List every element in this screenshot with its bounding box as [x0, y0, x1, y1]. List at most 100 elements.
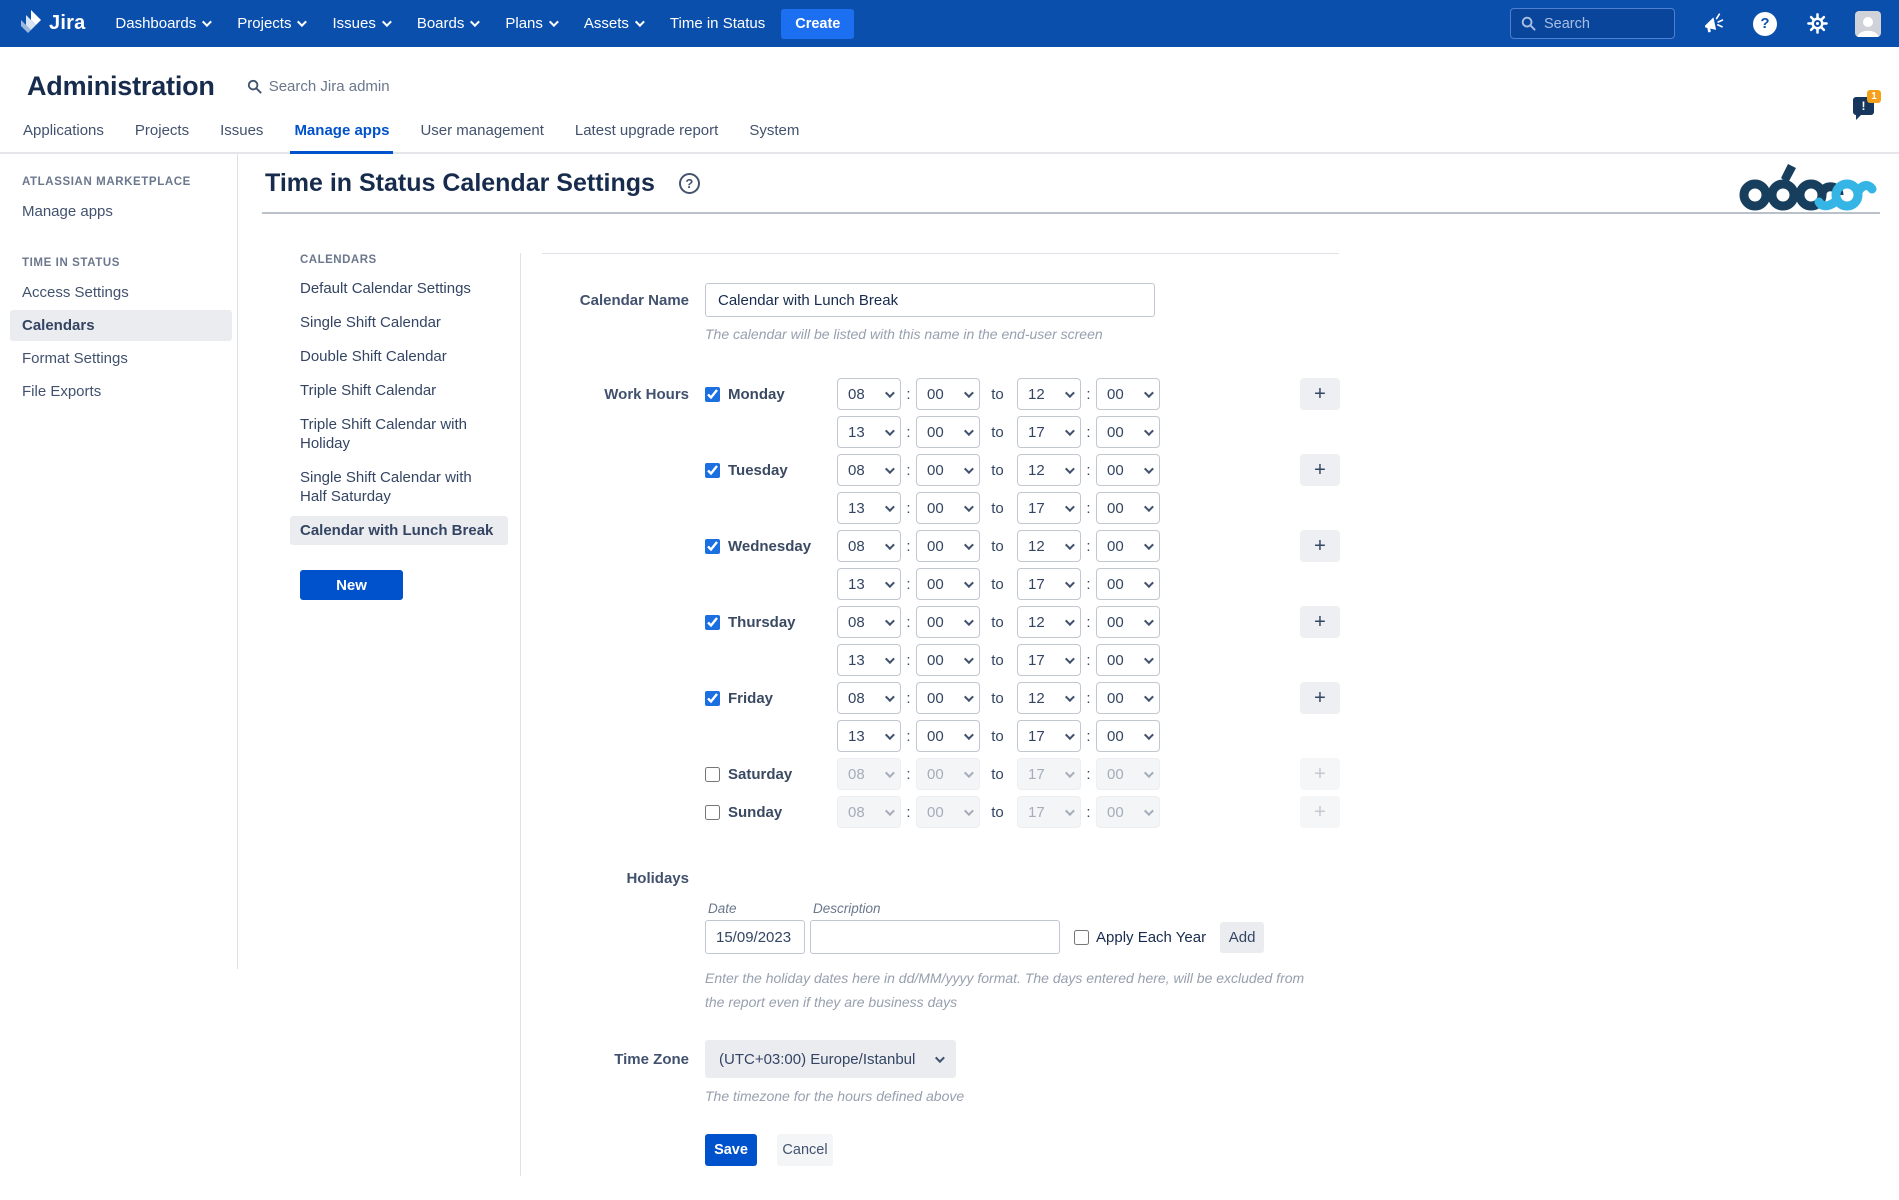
add-holiday-button[interactable]: Add — [1220, 922, 1264, 953]
end-minute-select[interactable]: 00 — [1096, 416, 1160, 448]
sidebar-item-access-settings[interactable]: Access Settings — [10, 277, 232, 308]
end-minute-select[interactable]: 00 — [1096, 454, 1160, 486]
tab-manage-apps[interactable]: Manage apps — [294, 122, 389, 152]
start-minute-select[interactable]: 00 — [916, 416, 980, 448]
add-time-range-button[interactable]: + — [1300, 682, 1340, 714]
tab-applications[interactable]: Applications — [23, 122, 104, 152]
end-minute-select[interactable]: 00 — [1096, 378, 1160, 410]
start-minute-select[interactable]: 00 — [916, 492, 980, 524]
add-time-range-button[interactable]: + — [1300, 606, 1340, 638]
apply-each-year-checkbox-wrap[interactable]: Apply Each Year — [1074, 929, 1206, 946]
start-minute-select[interactable]: 00 — [916, 682, 980, 714]
save-button[interactable]: Save — [705, 1134, 757, 1166]
end-minute-select[interactable]: 00 — [1096, 568, 1160, 600]
start-hour-select[interactable]: 13 — [837, 492, 901, 524]
calendar-list-item[interactable]: Calendar with Lunch Break — [290, 516, 508, 545]
admin-search[interactable] — [247, 78, 449, 95]
end-hour-select[interactable]: 17 — [1017, 568, 1081, 600]
sidebar-item-format-settings[interactable]: Format Settings — [10, 343, 232, 374]
start-hour-select[interactable]: 13 — [837, 720, 901, 752]
start-hour-select[interactable]: 08 — [837, 606, 901, 638]
day-checkbox-thursday[interactable] — [705, 615, 720, 630]
end-minute-select[interactable]: 00 — [1096, 682, 1160, 714]
admin-search-input[interactable] — [269, 78, 449, 95]
end-minute-select[interactable]: 00 — [1096, 530, 1160, 562]
day-checkbox-monday[interactable] — [705, 387, 720, 402]
tab-projects[interactable]: Projects — [135, 122, 189, 152]
start-hour-select[interactable]: 08 — [837, 454, 901, 486]
sidebar-item-calendars[interactable]: Calendars — [10, 310, 232, 341]
sidebar-item-file-exports[interactable]: File Exports — [10, 376, 232, 407]
nav-item-assets[interactable]: Assets — [584, 15, 642, 32]
day-checkbox-wednesday[interactable] — [705, 539, 720, 554]
calendar-list-item[interactable]: Triple Shift Calendar with Holiday — [290, 410, 508, 458]
calendar-list-item[interactable]: Triple Shift Calendar — [290, 376, 508, 405]
end-minute-select[interactable]: 00 — [1096, 720, 1160, 752]
end-hour-select[interactable]: 17 — [1017, 644, 1081, 676]
end-hour-select[interactable]: 12 — [1017, 378, 1081, 410]
timezone-select[interactable]: (UTC+03:00) Europe/Istanbul — [705, 1040, 956, 1078]
start-minute-select[interactable]: 00 — [916, 720, 980, 752]
title-help-icon[interactable]: ? — [679, 173, 700, 194]
day-checkbox-tuesday[interactable] — [705, 463, 720, 478]
end-hour-select[interactable]: 17 — [1017, 720, 1081, 752]
global-search-input[interactable] — [1544, 16, 1654, 32]
calendar-list-item[interactable]: Double Shift Calendar — [290, 342, 508, 371]
end-hour-select[interactable]: 17 — [1017, 416, 1081, 448]
nav-item-issues[interactable]: Issues — [332, 15, 388, 32]
start-minute-select[interactable]: 00 — [916, 606, 980, 638]
end-hour-select[interactable]: 12 — [1017, 454, 1081, 486]
jira-logo[interactable]: Jira — [18, 9, 85, 38]
holiday-date-input[interactable] — [705, 920, 805, 954]
day-checkbox-friday[interactable] — [705, 691, 720, 706]
end-hour-select[interactable]: 17 — [1017, 492, 1081, 524]
add-time-range-button[interactable]: + — [1300, 454, 1340, 486]
add-time-range-button[interactable]: + — [1300, 378, 1340, 410]
start-minute-select[interactable]: 00 — [916, 644, 980, 676]
tab-user-management[interactable]: User management — [420, 122, 543, 152]
start-hour-select[interactable]: 13 — [837, 568, 901, 600]
notification-bubble-icon[interactable]: ! 1 — [1853, 97, 1874, 115]
start-minute-select[interactable]: 00 — [916, 568, 980, 600]
start-minute-select[interactable]: 00 — [916, 454, 980, 486]
tab-issues[interactable]: Issues — [220, 122, 263, 152]
cancel-button[interactable]: Cancel — [777, 1134, 833, 1166]
sidebar-item-manage-apps[interactable]: Manage apps — [10, 196, 232, 227]
start-minute-select[interactable]: 00 — [916, 378, 980, 410]
end-minute-select[interactable]: 00 — [1096, 492, 1160, 524]
day-checkbox-saturday[interactable] — [705, 767, 720, 782]
start-hour-select[interactable]: 08 — [837, 378, 901, 410]
apply-each-year-checkbox[interactable] — [1074, 930, 1089, 945]
start-hour-select[interactable]: 08 — [837, 530, 901, 562]
start-minute-select[interactable]: 00 — [916, 530, 980, 562]
nav-item-time-in-status[interactable]: Time in Status — [670, 15, 765, 32]
user-avatar[interactable] — [1855, 11, 1881, 37]
tab-system[interactable]: System — [749, 122, 799, 152]
start-hour-select[interactable]: 08 — [837, 682, 901, 714]
calendar-list-item[interactable]: Single Shift Calendar — [290, 308, 508, 337]
nav-item-boards[interactable]: Boards — [417, 15, 478, 32]
start-hour-select[interactable]: 13 — [837, 644, 901, 676]
end-hour-select[interactable]: 12 — [1017, 606, 1081, 638]
end-hour-select[interactable]: 12 — [1017, 530, 1081, 562]
global-search[interactable] — [1510, 8, 1675, 39]
tab-latest-upgrade-report[interactable]: Latest upgrade report — [575, 122, 718, 152]
settings-gear-icon[interactable] — [1803, 10, 1831, 38]
help-icon[interactable]: ? — [1751, 10, 1779, 38]
end-minute-select[interactable]: 00 — [1096, 644, 1160, 676]
calendar-list-item[interactable]: Single Shift Calendar with Half Saturday — [290, 463, 508, 511]
nav-item-dashboards[interactable]: Dashboards — [115, 15, 209, 32]
nav-item-projects[interactable]: Projects — [237, 15, 304, 32]
announcements-icon[interactable] — [1699, 10, 1727, 38]
create-button[interactable]: Create — [781, 9, 854, 39]
end-hour-select[interactable]: 12 — [1017, 682, 1081, 714]
calendar-list-item[interactable]: Default Calendar Settings — [290, 274, 508, 303]
new-calendar-button[interactable]: New — [300, 570, 403, 600]
end-minute-select[interactable]: 00 — [1096, 606, 1160, 638]
day-checkbox-sunday[interactable] — [705, 805, 720, 820]
holiday-description-input[interactable] — [810, 920, 1060, 954]
add-time-range-button[interactable]: + — [1300, 530, 1340, 562]
start-hour-select[interactable]: 13 — [837, 416, 901, 448]
calendar-name-input[interactable] — [705, 283, 1155, 317]
nav-item-plans[interactable]: Plans — [505, 15, 556, 32]
